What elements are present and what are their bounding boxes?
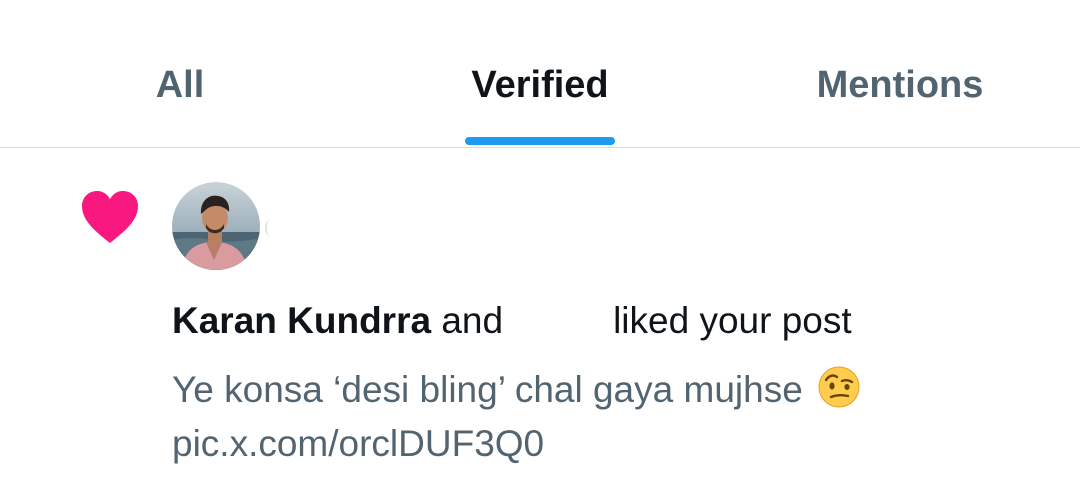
notification-item[interactable]: Karan Kundrra and liked your post Ye kons… [0,149,1080,486]
post-preview[interactable]: Ye konsa ‘desi bling’ chal gaya mujhse p… [172,363,992,471]
tab-verified[interactable]: Verified [440,58,640,112]
connector-text: and [441,300,504,341]
post-text: Ye konsa ‘desi bling’ chal gaya mujhse [172,369,803,410]
notification-headline: Karan Kundrra and liked your post [172,299,852,343]
active-tab-indicator [465,137,615,145]
action-text: liked your post [613,300,852,341]
post-media-link[interactable]: pic.x.com/orclDUF3Q0 [172,423,544,464]
notification-tabs: All Verified Mentions [0,0,1080,148]
heart-icon [82,191,138,243]
second-avatar-edge [265,219,275,237]
tab-all[interactable]: All [120,58,240,112]
face-with-raised-eyebrow-icon [818,366,860,408]
user-name-link[interactable]: Karan Kundrra [172,300,431,341]
profile-avatar[interactable] [172,182,260,270]
tab-mentions[interactable]: Mentions [790,58,1010,112]
